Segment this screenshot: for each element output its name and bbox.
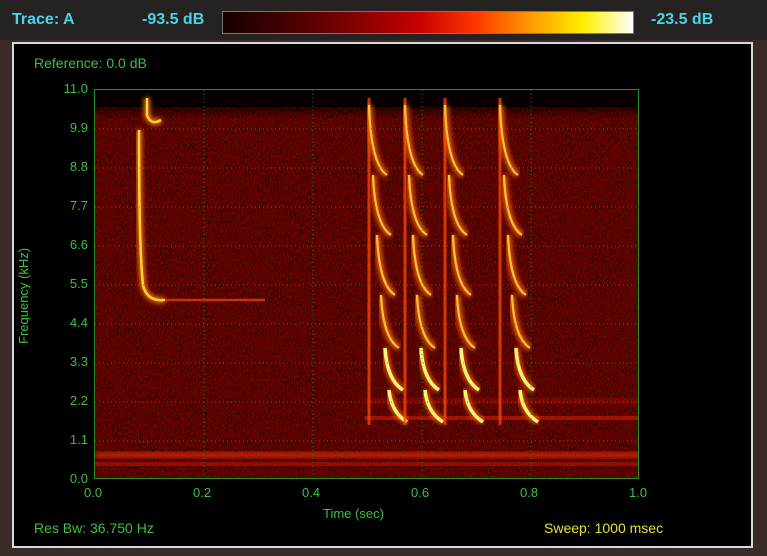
y-axis-label: Frequency (kHz) [16,247,31,344]
top-bar: Trace: A -93.5 dB -23.5 dB [0,0,767,40]
y-tick-label: 9.9 [69,120,88,135]
sweep-label: Sweep: 1000 msec [544,520,664,536]
x-axis-label: Time (sec) [323,506,384,521]
scale-max-label: -23.5 dB [651,11,714,28]
y-tick-label: 1.1 [69,432,88,447]
y-tick-label: 8.8 [69,159,88,174]
color-scale-bar [222,11,634,34]
reference-label: Reference: 0.0 dB [34,55,147,71]
spectrogram-image [95,90,638,478]
x-tick-label: 0.2 [193,485,212,500]
x-tick-label: 1.0 [629,485,648,500]
res-bw-label: Res Bw: 36.750 Hz [34,520,154,536]
y-tick-label: 2.2 [69,393,88,408]
y-tick-label: 0.0 [69,471,88,486]
y-tick-label: 5.5 [69,276,88,291]
spectrogram-panel: Reference: 0.0 dB 0.0 1.1 2.2 3.3 4.4 5.… [12,42,753,548]
y-tick-label: 3.3 [69,354,88,369]
x-tick-label: 0.4 [302,485,321,500]
y-tick-label: 7.7 [69,198,88,213]
spectrogram-plot[interactable] [94,89,639,479]
scale-min-label: -93.5 dB [142,11,205,28]
y-tick-label: 11.0 [63,81,88,96]
y-tick-label: 4.4 [69,315,88,330]
trace-label: Trace: A [12,11,75,28]
y-tick-label: 6.6 [69,237,88,252]
x-tick-label: 0.0 [84,485,103,500]
x-tick-label: 0.6 [411,485,430,500]
x-tick-label: 0.8 [520,485,539,500]
